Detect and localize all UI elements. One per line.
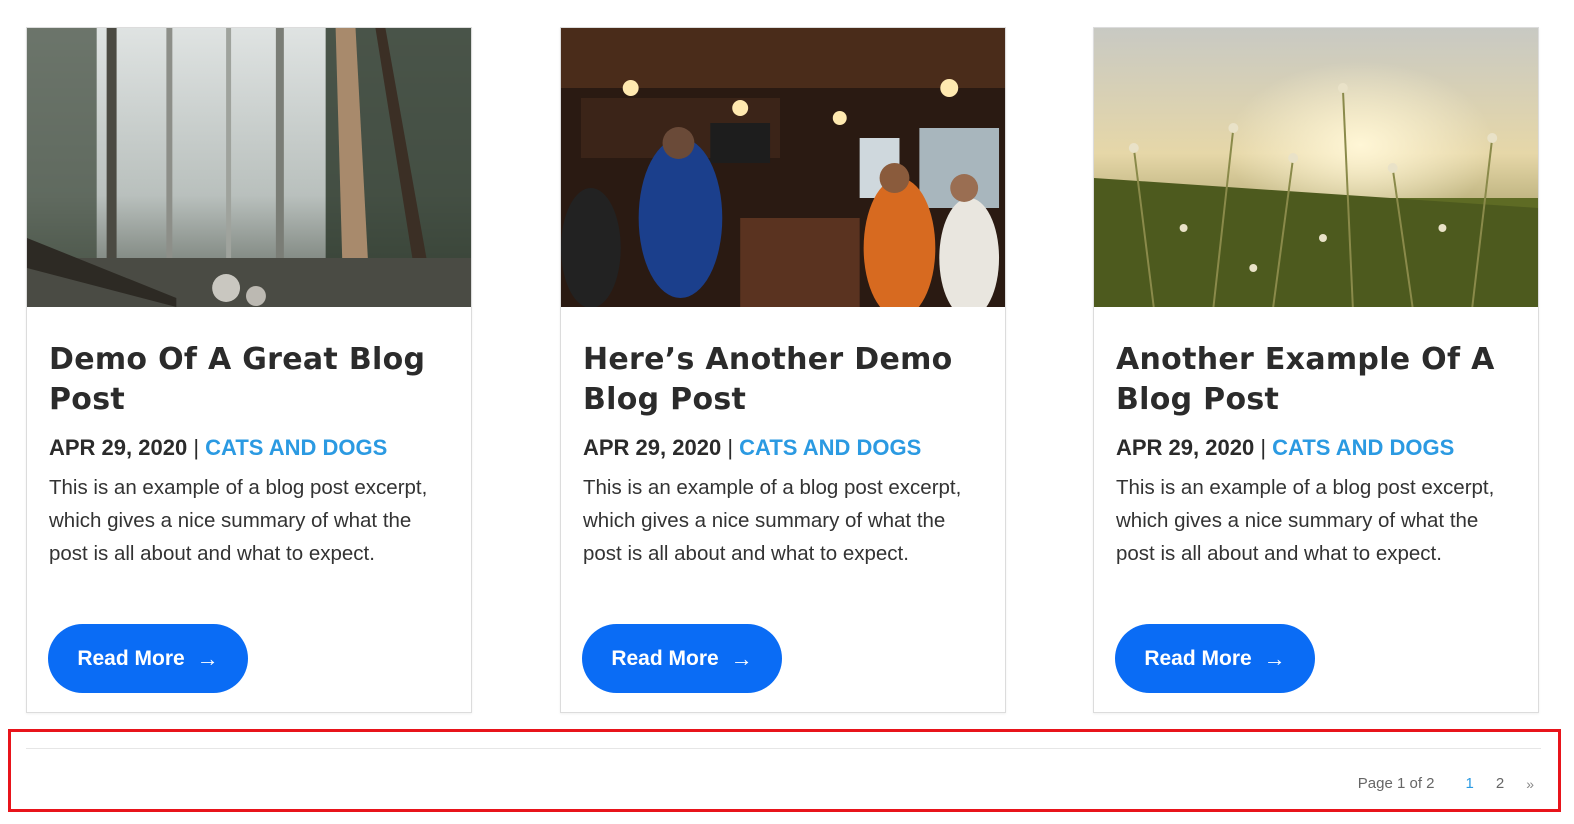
post-excerpt: This is an example of a blog post excerp… <box>49 476 428 565</box>
post-category-link[interactable]: CATS AND DOGS <box>205 435 387 460</box>
meta-separator: | <box>193 435 200 460</box>
page-link-1[interactable]: 1 <box>1466 775 1474 792</box>
blog-post-card: Here’s Another Demo Blog Post APR 29, 20… <box>560 27 1006 713</box>
read-more-label: Read More <box>611 646 719 670</box>
meta-separator: | <box>1260 435 1267 460</box>
post-title[interactable]: Demo Of A Great Blog Post <box>49 340 449 420</box>
post-meta: APR 29, 2020 | CATS AND DOGS <box>49 433 387 463</box>
post-excerpt: This is an example of a blog post excerp… <box>583 476 962 565</box>
post-category-link[interactable]: CATS AND DOGS <box>739 435 921 460</box>
post-excerpt: This is an example of a blog post excerp… <box>1116 476 1495 565</box>
pagination-divider <box>26 748 1541 749</box>
post-title[interactable]: Another Example Of A Blog Post <box>1116 340 1516 420</box>
pagination-info: Page 1 of 2 <box>1357 775 1435 792</box>
blog-post-card: Another Example Of A Blog Post APR 29, 2… <box>1093 27 1539 713</box>
read-more-button[interactable]: Read More → <box>1115 624 1315 693</box>
read-more-label: Read More <box>1144 646 1252 670</box>
blog-post-card: Demo Of A Great Blog Post APR 29, 2020 |… <box>26 27 472 713</box>
post-meta: APR 29, 2020 | CATS AND DOGS <box>1116 433 1454 463</box>
post-thumbnail-meadow[interactable] <box>1094 28 1538 307</box>
read-more-button[interactable]: Read More → <box>582 624 782 693</box>
arrow-right-icon: → <box>1263 645 1286 671</box>
meta-separator: | <box>727 435 734 460</box>
read-more-label: Read More <box>77 646 185 670</box>
post-thumbnail-cafe[interactable] <box>561 28 1005 307</box>
highlight-annotation-box <box>8 729 1561 812</box>
post-title[interactable]: Here’s Another Demo Blog Post <box>583 340 983 420</box>
post-date: APR 29, 2020 <box>1116 435 1255 460</box>
arrow-right-icon: → <box>730 645 753 671</box>
post-thumbnail-forest[interactable] <box>27 28 471 307</box>
next-page-link[interactable]: » <box>1526 776 1534 792</box>
post-date: APR 29, 2020 <box>583 435 722 460</box>
post-category-link[interactable]: CATS AND DOGS <box>1272 435 1454 460</box>
read-more-button[interactable]: Read More → <box>48 624 248 693</box>
arrow-right-icon: → <box>196 645 219 671</box>
pagination: Page 1 of 2 1 2 » <box>1358 775 1534 792</box>
post-date: APR 29, 2020 <box>49 435 188 460</box>
post-meta: APR 29, 2020 | CATS AND DOGS <box>583 433 921 463</box>
page-link-2[interactable]: 2 <box>1496 775 1504 792</box>
